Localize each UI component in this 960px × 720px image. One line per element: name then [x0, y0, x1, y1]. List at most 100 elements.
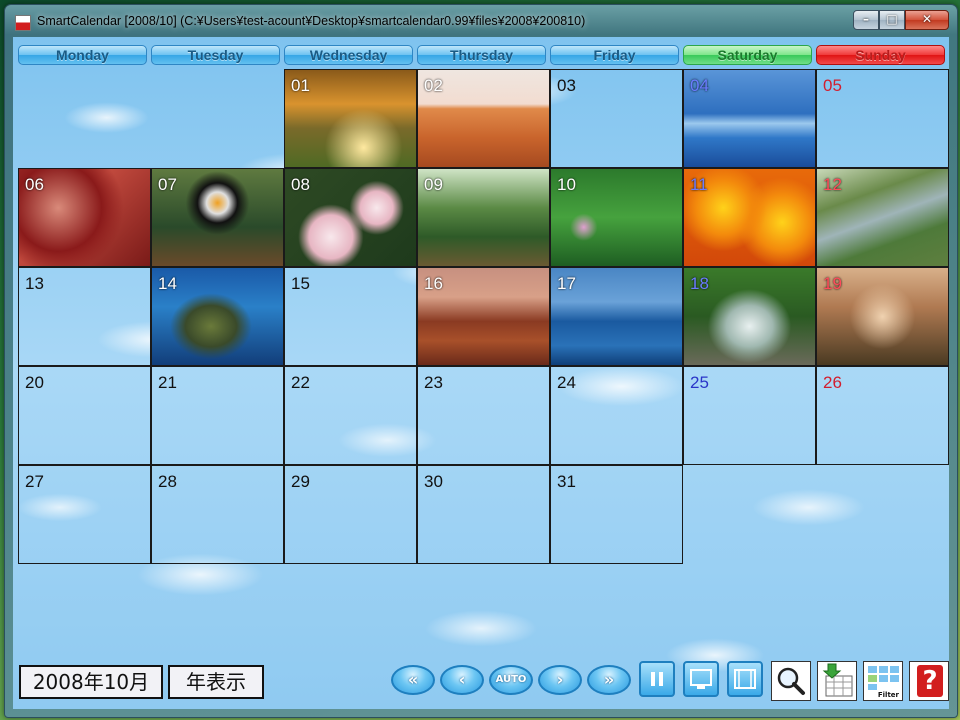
import-button[interactable] [817, 661, 857, 701]
day-number: 15 [291, 274, 310, 293]
day-number: 08 [291, 175, 310, 194]
chevron-right-icon: › [556, 670, 564, 689]
weekday-header-monday: Monday [18, 45, 147, 65]
day-number: 02 [424, 76, 443, 95]
day-cell-20[interactable]: 20 [18, 366, 151, 465]
filter-label: Filter [877, 691, 899, 699]
day-cell-26[interactable]: 26 [816, 366, 949, 465]
weekday-header-saturday: Saturday [683, 45, 812, 65]
day-cell-28[interactable]: 28 [151, 465, 284, 564]
current-month-label[interactable]: 2008年10月 [19, 665, 163, 699]
close-icon: ✕ [921, 12, 933, 26]
first-month-button[interactable]: « [391, 665, 435, 695]
day-cell-12[interactable]: 12 [816, 168, 949, 267]
day-cell-11[interactable]: 11 [683, 168, 816, 267]
weekday-header-wednesday: Wednesday [284, 45, 413, 65]
day-cell-04[interactable]: 04 [683, 69, 816, 168]
film-icon [734, 669, 756, 689]
pause-button[interactable] [639, 661, 675, 697]
day-cell-25[interactable]: 25 [683, 366, 816, 465]
day-cell-19[interactable]: 19 [816, 267, 949, 366]
day-cell-22[interactable]: 22 [284, 366, 417, 465]
chevron-left-icon: ‹ [458, 670, 466, 689]
maximize-button[interactable]: □ [879, 10, 905, 30]
day-number: 10 [557, 175, 576, 194]
day-number: 05 [823, 76, 842, 95]
minimize-icon: – [863, 12, 869, 26]
search-button[interactable] [771, 661, 811, 701]
year-view-button[interactable]: 年表示 [168, 665, 264, 699]
day-number: 28 [158, 472, 177, 491]
last-month-button[interactable]: » [587, 665, 631, 695]
day-cell-30[interactable]: 30 [417, 465, 550, 564]
day-cell-18[interactable]: 18 [683, 267, 816, 366]
download-grid-icon [822, 663, 853, 697]
empty-cell [816, 465, 949, 564]
maximize-icon: □ [886, 12, 898, 26]
day-number: 01 [291, 76, 310, 95]
day-number: 19 [823, 274, 842, 293]
day-number: 18 [690, 274, 709, 293]
day-number: 30 [424, 472, 443, 491]
day-cell-01[interactable]: 01 [284, 69, 417, 168]
weekday-header-sunday: Sunday [816, 45, 945, 65]
auto-button[interactable]: AUTO [489, 665, 533, 695]
day-number: 21 [158, 373, 177, 392]
day-cell-16[interactable]: 16 [417, 267, 550, 366]
day-number: 20 [25, 373, 44, 392]
day-cell-06[interactable]: 06 [18, 168, 151, 267]
empty-cell [18, 69, 151, 168]
day-cell-29[interactable]: 29 [284, 465, 417, 564]
day-cell-10[interactable]: 10 [550, 168, 683, 267]
day-cell-03[interactable]: 03 [550, 69, 683, 168]
film-view-button[interactable] [727, 661, 763, 697]
day-number: 31 [557, 472, 576, 491]
day-cell-02[interactable]: 02 [417, 69, 550, 168]
weekday-header-friday: Friday [550, 45, 679, 65]
day-number: 17 [557, 274, 576, 293]
help-button[interactable]: ? [909, 661, 949, 701]
window-title: SmartCalendar [2008/10] (C:¥Users¥test-a… [37, 14, 586, 28]
title-bar[interactable]: SmartCalendar [2008/10] (C:¥Users¥test-a… [5, 5, 957, 37]
monitor-icon [690, 669, 712, 689]
help-icon: ? [917, 665, 943, 697]
day-number: 04 [690, 76, 709, 95]
auto-label: AUTO [495, 674, 527, 685]
day-number: 07 [158, 175, 177, 194]
day-number: 13 [25, 274, 44, 293]
calendar-area: Monday Tuesday Wednesday Thursday Friday Satu… [13, 37, 949, 709]
day-cell-05[interactable]: 05 [816, 69, 949, 168]
day-number: 22 [291, 373, 310, 392]
magnifier-icon [777, 667, 805, 695]
close-button[interactable]: ✕ [905, 10, 949, 30]
day-number: 25 [690, 373, 709, 392]
day-number: 09 [424, 175, 443, 194]
day-cell-27[interactable]: 27 [18, 465, 151, 564]
empty-cell [683, 465, 816, 564]
pause-icon [651, 672, 663, 686]
previous-month-button[interactable]: ‹ [440, 665, 484, 695]
day-cell-07[interactable]: 07 [151, 168, 284, 267]
next-month-button[interactable]: › [538, 665, 582, 695]
app-icon [15, 15, 31, 31]
day-number: 03 [557, 76, 576, 95]
day-number: 12 [823, 175, 842, 194]
day-cell-15[interactable]: 15 [284, 267, 417, 366]
day-number: 29 [291, 472, 310, 491]
day-cell-17[interactable]: 17 [550, 267, 683, 366]
window-view-button[interactable] [683, 661, 719, 697]
day-number: 14 [158, 274, 177, 293]
day-cell-09[interactable]: 09 [417, 168, 550, 267]
filter-button[interactable]: Filter [863, 661, 903, 701]
day-cell-31[interactable]: 31 [550, 465, 683, 564]
day-cell-23[interactable]: 23 [417, 366, 550, 465]
day-cell-14[interactable]: 14 [151, 267, 284, 366]
minimize-button[interactable]: – [853, 10, 879, 30]
day-cell-24[interactable]: 24 [550, 366, 683, 465]
day-cell-13[interactable]: 13 [18, 267, 151, 366]
day-cell-08[interactable]: 08 [284, 168, 417, 267]
weekday-header-thursday: Thursday [417, 45, 546, 65]
day-number: 23 [424, 373, 443, 392]
weekday-header-tuesday: Tuesday [151, 45, 280, 65]
day-cell-21[interactable]: 21 [151, 366, 284, 465]
